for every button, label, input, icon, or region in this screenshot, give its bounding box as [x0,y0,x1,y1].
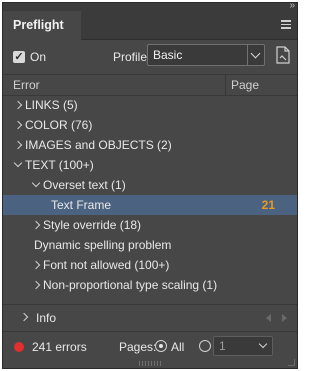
chevron-right-icon[interactable] [31,260,41,270]
tree-row-label: Dynamic spelling problem [34,238,172,252]
tree-row-non-proportional-scaling[interactable]: Non-proportional type scaling (1) [3,275,297,295]
chevron-right-icon[interactable] [19,312,29,322]
chevron-down-icon [258,339,268,349]
define-profiles-icon[interactable] [275,46,291,64]
tree-row-label: COLOR (76) [25,118,93,132]
tree-row-font-not-allowed[interactable]: Font not allowed (100+) [3,255,297,275]
error-count: 241 errors [32,340,87,354]
previous-arrow-icon[interactable] [266,314,271,322]
panel-top-strip: » [3,3,297,11]
chevron-down-icon[interactable] [13,158,23,168]
tree-row-text-frame[interactable]: Text Frame 21 [3,195,297,215]
pages-label: Pages: [119,340,157,354]
chevron-right-icon[interactable] [31,280,41,290]
tab-preflight[interactable]: Preflight [3,11,81,40]
column-error-header[interactable]: Error [13,78,40,92]
panel-tab-bar: Preflight [3,11,297,40]
tree-row-label: IMAGES and OBJECTS (2) [25,138,172,152]
tree-row-label: Text Frame [51,198,112,212]
dropdown-divider [247,45,248,65]
double-chevron-icon[interactable]: » [289,3,294,11]
page-range-value: 1 [219,339,226,353]
page-number-link[interactable]: 21 [262,195,275,215]
tree-row-text[interactable]: TEXT (100+) [3,155,297,175]
hamburger-menu-icon[interactable] [281,20,291,29]
tree-row-label: Font not allowed (100+) [43,258,170,272]
page-range-dropdown[interactable]: 1 [213,336,273,356]
column-header: Error Page [3,74,297,96]
tree-row-label: Style override (18) [43,218,142,232]
resize-grip[interactable] [139,361,161,366]
resize-corner[interactable] [288,359,295,366]
pages-all-radio[interactable] [155,340,167,352]
status-indicator-icon [14,342,24,352]
tree-row-label: Overset text (1) [43,178,126,192]
chevron-right-icon[interactable] [13,120,23,130]
profile-value: Basic [153,48,183,62]
chevron-right-icon[interactable] [31,220,41,230]
preflight-footer: 241 errors Pages: All 1 [3,331,297,362]
on-label: On [30,50,47,64]
on-checkbox[interactable]: ✓ [13,51,25,63]
tree-row-links[interactable]: LINKS (5) [3,95,297,115]
chevron-right-icon[interactable] [13,140,23,150]
column-page-header[interactable]: Page [231,78,259,92]
pages-range-radio[interactable] [199,340,211,352]
info-section[interactable]: Info [3,304,297,331]
profile-label: Profile: [113,50,151,64]
tree-row-style-override[interactable]: Style override (18) [3,215,297,235]
tree-row-overset-text[interactable]: Overset text (1) [3,175,297,195]
tree-row-label: TEXT (100+) [25,158,94,172]
tree-row-label: LINKS (5) [25,98,78,112]
preflight-panel: » Preflight ✓ On Profile: Basic Error Pa… [2,2,298,369]
chevron-down-icon[interactable] [31,178,41,188]
info-label: Info [36,311,57,325]
tree-row-images-objects[interactable]: IMAGES and OBJECTS (2) [3,135,297,155]
pages-all-label[interactable]: All [171,340,184,354]
next-arrow-icon[interactable] [282,314,287,322]
tree-row-label: Non-proportional type scaling (1) [43,278,218,292]
chevron-right-icon[interactable] [13,100,23,110]
chevron-down-icon [250,48,261,59]
profile-dropdown[interactable]: Basic [147,44,265,66]
tree-row-dynamic-spelling[interactable]: Dynamic spelling problem [3,235,297,255]
tree-row-color[interactable]: COLOR (76) [3,115,297,135]
column-separator [225,75,226,95]
preflight-controls: ✓ On Profile: Basic [3,40,297,74]
